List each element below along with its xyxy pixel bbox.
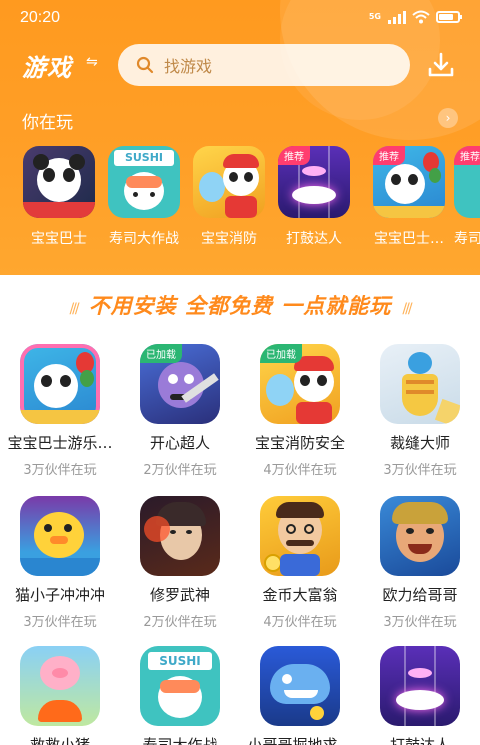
- loaded-tag: 已加载: [260, 344, 302, 363]
- game-name: 宝宝巴士游乐…: [7, 434, 113, 452]
- tycoon-icon: [260, 496, 340, 576]
- recent-game-label: 打鼓达人: [286, 231, 342, 247]
- signal-icon: [388, 10, 406, 24]
- game-card[interactable]: 欧力给哥哥 3万伙伴在玩: [360, 496, 480, 630]
- top-bar: 游戏 ⇋ 找游戏: [0, 44, 480, 88]
- panda-firefighter-icon: [193, 146, 265, 218]
- game-card[interactable]: 救救小猪: [0, 646, 120, 745]
- game-players: 4万伙伴在玩: [263, 463, 337, 478]
- fighter-icon: [380, 496, 460, 576]
- loaded-tag: 已加载: [140, 344, 182, 363]
- game-name: 欧力给哥哥: [382, 586, 458, 604]
- search-icon: [136, 56, 154, 74]
- game-name: 裁缝大师: [389, 434, 450, 452]
- game-name: 小哥哥掘地求…: [247, 736, 353, 745]
- status-bar: 20:20 5G: [0, 0, 480, 38]
- section-title-playing: 你在玩: [22, 113, 73, 133]
- panda-balloon-icon: [20, 344, 100, 424]
- recent-games-row: 宝宝巴士 SUSHI 寿司大作战 宝宝消防 推荐 打鼓达人 推荐 宝宝巴士… 推…: [0, 146, 480, 256]
- pig-icon: [20, 646, 100, 726]
- game-name: 开心超人: [149, 434, 210, 452]
- game-name: 金币大富翁: [262, 586, 338, 604]
- shark-icon: [260, 646, 340, 726]
- recent-game-label: 宝宝消防: [201, 231, 257, 247]
- game-card[interactable]: 金币大富翁 4万伙伴在玩: [240, 496, 360, 630]
- game-card[interactable]: SUSHI 寿司大作战: [120, 646, 240, 745]
- status-time: 20:20: [20, 9, 61, 26]
- hero-icon: 已加载: [140, 344, 220, 424]
- game-players: 3万伙伴在玩: [383, 615, 457, 630]
- drum-tiles-icon: [380, 646, 460, 726]
- chevron-right-icon[interactable]: ›: [438, 108, 458, 128]
- game-card[interactable]: 已加载 宝宝消防安全 4万伙伴在玩: [240, 344, 360, 478]
- network-label: 5G: [368, 12, 381, 21]
- recommend-tag: 推荐: [278, 146, 310, 165]
- recent-game-label: 寿司: [454, 231, 480, 247]
- game-card[interactable]: 裁缝大师 3万伙伴在玩: [360, 344, 480, 478]
- game-players: 3万伙伴在玩: [23, 615, 97, 630]
- tailor-icon: [380, 344, 460, 424]
- game-players: 2万伙伴在玩: [143, 615, 217, 630]
- warrior-icon: [140, 496, 220, 576]
- battery-icon: [436, 11, 462, 23]
- recent-game-item[interactable]: 推荐 寿司: [454, 146, 480, 248]
- page-title: 游戏: [22, 54, 72, 82]
- panda-bus-icon: [23, 146, 95, 218]
- recommend-tag: 推荐: [454, 146, 480, 165]
- game-name: 修罗武神: [149, 586, 210, 604]
- game-card[interactable]: 打鼓达人: [360, 646, 480, 745]
- switch-icon[interactable]: ⇋: [86, 54, 98, 70]
- recent-game-item[interactable]: 宝宝巴士: [19, 146, 99, 248]
- recommend-tag: 推荐: [373, 146, 405, 165]
- wifi-icon: [412, 10, 430, 24]
- game-card[interactable]: 小哥哥掘地求…: [240, 646, 360, 745]
- sushi-icon: 推荐: [454, 146, 480, 218]
- recent-game-label: 寿司大作战: [109, 231, 179, 247]
- banner-decoration-right: ///: [402, 301, 412, 317]
- recent-game-item[interactable]: 推荐 打鼓达人: [274, 146, 354, 248]
- sushi-icon: SUSHI: [140, 646, 220, 726]
- recent-game-label: 宝宝巴士…: [374, 231, 444, 247]
- game-name: 救救小猪: [29, 736, 90, 745]
- recent-game-item[interactable]: SUSHI 寿司大作战: [104, 146, 184, 248]
- banner-decoration-left: ///: [69, 301, 79, 317]
- promo-banner: /// 不用安装 全都免费 一点就能玩 ///: [0, 290, 480, 330]
- game-card[interactable]: 修罗武神 2万伙伴在玩: [120, 496, 240, 630]
- game-players: 4万伙伴在玩: [263, 615, 337, 630]
- game-players: 3万伙伴在玩: [383, 463, 457, 478]
- recent-game-label: 宝宝巴士: [31, 231, 87, 247]
- recent-game-item[interactable]: 宝宝消防: [189, 146, 269, 248]
- banner-text: 不用安装 全都免费 一点就能玩: [88, 294, 392, 318]
- panda-firefighter-icon: 已加载: [260, 344, 340, 424]
- sushi-icon: SUSHI: [108, 146, 180, 218]
- game-card[interactable]: 宝宝巴士游乐… 3万伙伴在玩: [0, 344, 120, 478]
- duck-icon: [20, 496, 100, 576]
- drum-tiles-icon: 推荐: [278, 146, 350, 218]
- game-name: 宝宝消防安全: [254, 434, 345, 452]
- game-players: 3万伙伴在玩: [23, 463, 97, 478]
- game-players: 2万伙伴在玩: [143, 463, 217, 478]
- game-card[interactable]: 猫小子冲冲冲 3万伙伴在玩: [0, 496, 120, 630]
- game-name: 寿司大作战: [142, 736, 218, 745]
- search-bar[interactable]: 找游戏: [118, 44, 410, 86]
- game-name: 猫小子冲冲冲: [14, 586, 105, 604]
- game-card[interactable]: 已加载 开心超人 2万伙伴在玩: [120, 344, 240, 478]
- game-name: 打鼓达人: [389, 736, 450, 745]
- panda-balloon-icon: 推荐: [373, 146, 445, 218]
- recent-game-item[interactable]: 推荐 宝宝巴士…: [369, 146, 449, 248]
- search-placeholder: 找游戏: [164, 57, 213, 76]
- download-icon[interactable]: [426, 50, 456, 80]
